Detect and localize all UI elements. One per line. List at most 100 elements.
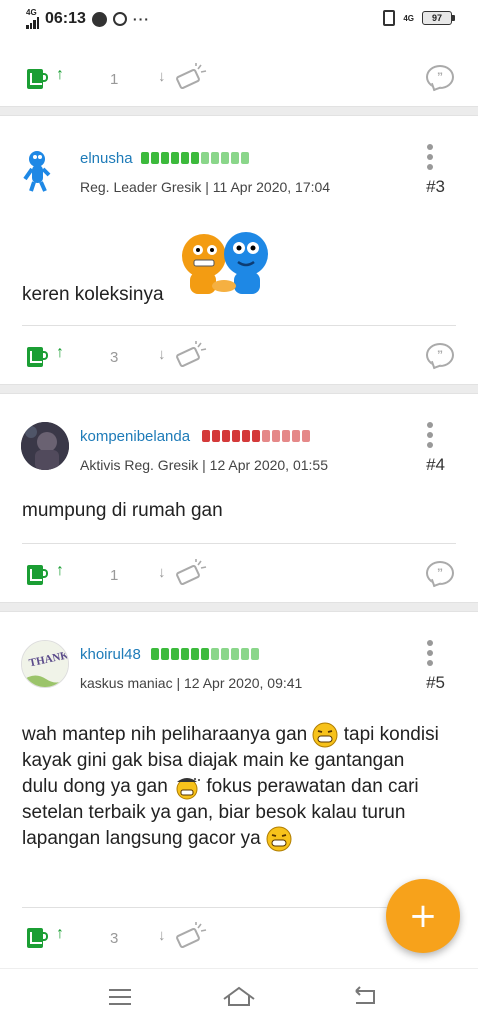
- reputation-segment: [151, 152, 159, 164]
- reputation-segment: [212, 430, 220, 442]
- more-options-icon[interactable]: [425, 422, 435, 448]
- username[interactable]: kompenibelanda: [80, 428, 190, 445]
- post-text: keren koleksinya: [22, 284, 164, 305]
- status-left: 4G 06:13 ···: [26, 9, 150, 29]
- reputation-segment: [201, 152, 209, 164]
- reputation-segment: [141, 152, 149, 164]
- home-icon[interactable]: [222, 985, 256, 1007]
- more-options-icon[interactable]: [425, 640, 435, 666]
- action-row: ↑ 3 ↓ ”: [0, 338, 478, 378]
- reputation-segment: [221, 648, 229, 660]
- avatar[interactable]: THANK YOU: [21, 640, 69, 688]
- reputation-segment: [161, 648, 169, 660]
- action-row: ↑ 1 ↓ ”: [0, 556, 478, 596]
- bata-icon[interactable]: [174, 922, 208, 950]
- reputation-segment: [211, 648, 219, 660]
- reputation-bar: [151, 648, 259, 660]
- divider: [22, 543, 456, 544]
- reputation-segment: [302, 430, 310, 442]
- back-icon[interactable]: [352, 986, 378, 1006]
- vote-count: 1: [110, 567, 119, 584]
- reputation-segment: [272, 430, 280, 442]
- post-meta: Reg. Leader Gresik | 11 Apr 2020, 17:04: [80, 179, 331, 195]
- bata-icon[interactable]: [174, 559, 208, 587]
- post-body: mumpung di rumah gan: [22, 498, 442, 524]
- quote-icon[interactable]: ”: [426, 561, 454, 585]
- downvote-arrow-icon[interactable]: ↓: [158, 346, 166, 363]
- reputation-segment: [171, 648, 179, 660]
- reputation-segment: [181, 648, 189, 660]
- bata-icon[interactable]: [174, 63, 208, 91]
- avatar[interactable]: [21, 422, 69, 470]
- upvote-arrow-icon[interactable]: ↑: [56, 66, 64, 84]
- post-number[interactable]: #5: [426, 673, 445, 693]
- divider: [22, 325, 456, 326]
- more-notifications-icon: ···: [132, 11, 150, 27]
- post-separator: [0, 384, 478, 394]
- reputation-segment: [241, 648, 249, 660]
- grin-emoticon-icon: [312, 722, 338, 748]
- notification-icon: [91, 11, 107, 27]
- downvote-arrow-icon[interactable]: ↓: [158, 68, 166, 85]
- reputation-segment: [211, 152, 219, 164]
- reputation-segment: [231, 648, 239, 660]
- network-type-label-right: 4G: [403, 13, 414, 23]
- post-number[interactable]: #4: [426, 455, 445, 475]
- action-row: ↑ 1 ↓ ”: [0, 60, 478, 100]
- reputation-bar: [141, 152, 249, 164]
- network-type-label: 4G: [26, 8, 37, 17]
- reputation-segment: [231, 152, 239, 164]
- create-post-button[interactable]: +: [386, 879, 460, 953]
- post-separator: [0, 602, 478, 612]
- cendol-icon[interactable]: [27, 67, 48, 89]
- reputation-segment: [151, 648, 159, 660]
- clock: 06:13: [45, 10, 86, 27]
- vote-count: 3: [110, 349, 119, 366]
- handshake-emoticon-icon: [182, 232, 268, 294]
- avatar[interactable]: [21, 145, 69, 193]
- quote-icon[interactable]: ”: [426, 343, 454, 367]
- quote-icon[interactable]: ”: [426, 65, 454, 89]
- sweat-emoticon-icon: [176, 778, 201, 800]
- battery-level: 97: [431, 13, 442, 23]
- downvote-arrow-icon[interactable]: ↓: [158, 564, 166, 581]
- bata-icon[interactable]: [174, 341, 208, 369]
- reputation-segment: [241, 152, 249, 164]
- downvote-arrow-icon[interactable]: ↓: [158, 927, 166, 944]
- reputation-segment: [251, 648, 259, 660]
- post-meta: Aktivis Reg. Gresik | 12 Apr 2020, 01:55: [80, 457, 328, 473]
- post-separator: [0, 106, 478, 116]
- username[interactable]: khoirul48: [80, 646, 141, 663]
- plus-icon: +: [408, 896, 438, 936]
- reputation-segment: [292, 430, 300, 442]
- cendol-icon[interactable]: [27, 345, 48, 367]
- more-options-icon[interactable]: [425, 144, 435, 170]
- username[interactable]: elnusha: [80, 150, 133, 167]
- vote-count: 1: [110, 71, 119, 88]
- reputation-segment: [221, 152, 229, 164]
- reputation-segment: [191, 648, 199, 660]
- reputation-segment: [242, 430, 250, 442]
- reputation-segment: [161, 152, 169, 164]
- post-body: wah mantep nih peliharaanya gan tapi kon…: [22, 722, 442, 852]
- signal-icon: [26, 17, 39, 29]
- reputation-segment: [201, 648, 209, 660]
- post-text: mumpung di rumah gan: [22, 500, 223, 521]
- system-nav-bar: [0, 968, 478, 1024]
- cendol-icon[interactable]: [27, 926, 48, 948]
- upvote-arrow-icon[interactable]: ↑: [56, 562, 64, 580]
- upvote-arrow-icon[interactable]: ↑: [56, 925, 64, 943]
- reputation-segment: [171, 152, 179, 164]
- reputation-segment: [191, 152, 199, 164]
- reputation-segment: [222, 430, 230, 442]
- recent-apps-icon[interactable]: [109, 989, 131, 1005]
- upvote-arrow-icon[interactable]: ↑: [56, 344, 64, 362]
- post-number[interactable]: #3: [426, 177, 445, 197]
- vibrate-icon: [383, 10, 396, 26]
- reputation-segment: [202, 430, 210, 442]
- vote-count: 3: [110, 930, 119, 947]
- grin-emoticon-icon: [266, 826, 292, 852]
- cendol-icon[interactable]: [27, 563, 48, 585]
- reputation-segment: [252, 430, 260, 442]
- reputation-segment: [262, 430, 270, 442]
